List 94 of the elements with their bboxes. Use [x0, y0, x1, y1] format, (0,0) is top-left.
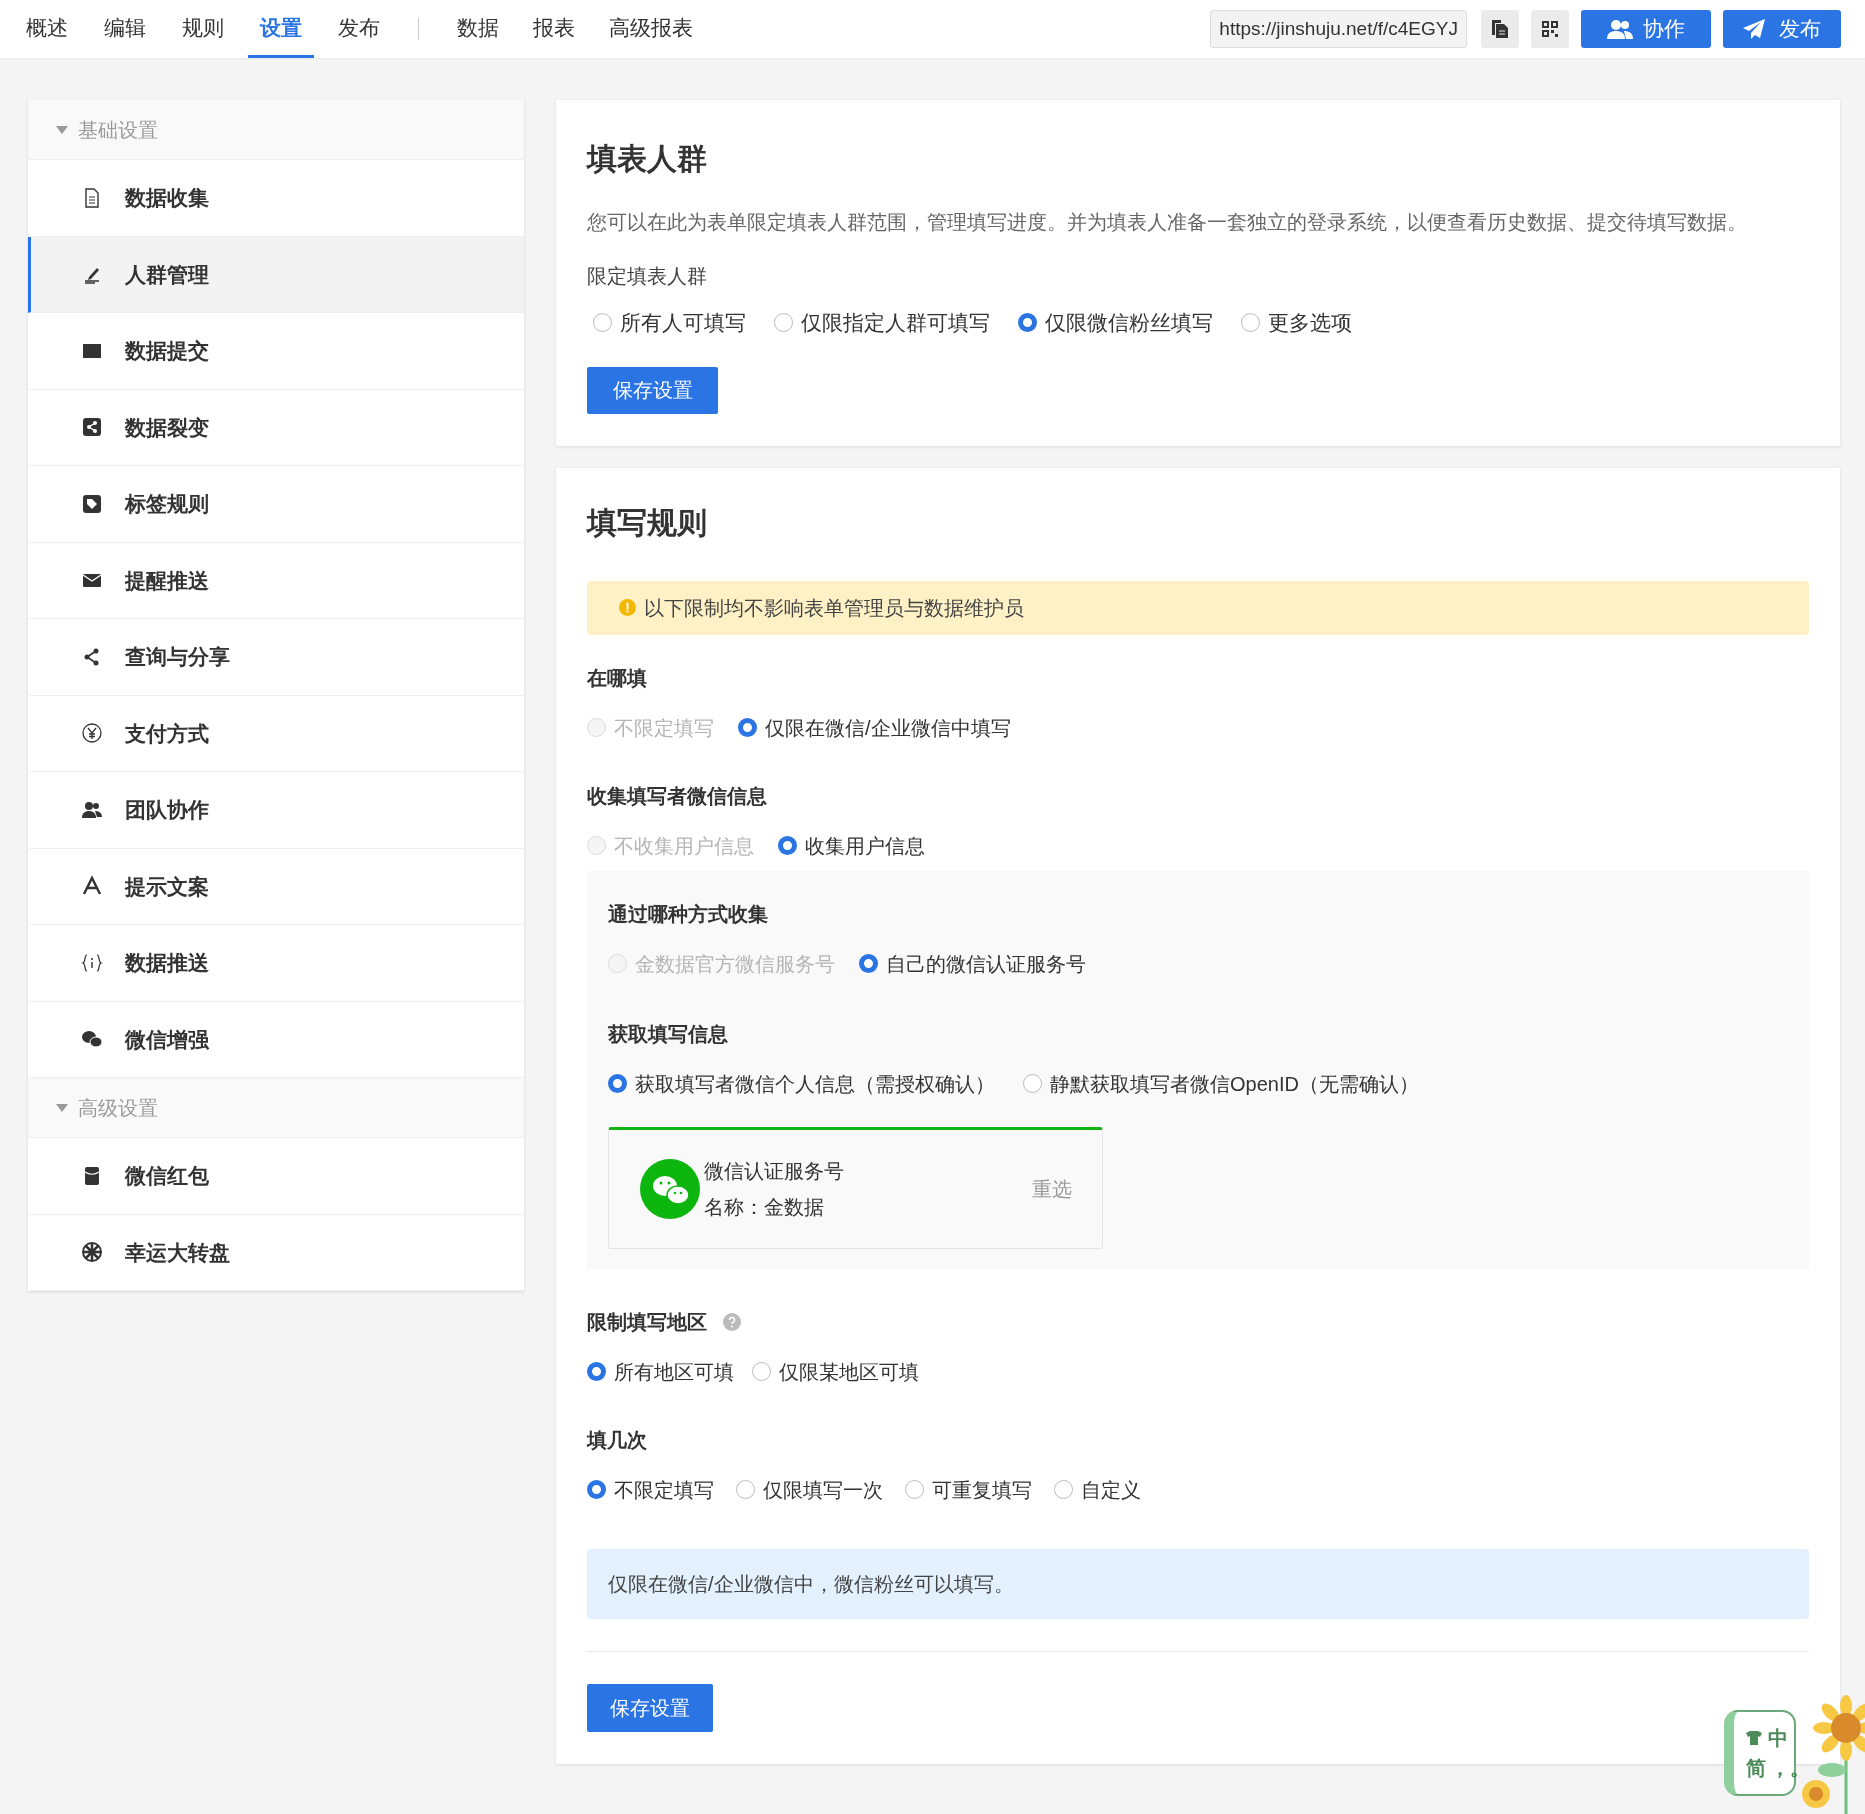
ime-widget[interactable]: 中 简 ，。: [1724, 1710, 1796, 1796]
account-type: 微信认证服务号: [704, 1158, 844, 1184]
section-label: 通过哪种方式收集: [608, 901, 769, 927]
nav-tab[interactable]: 报表: [521, 0, 587, 58]
radio-label: 仅限指定人群可填写: [801, 310, 990, 336]
sidebar-item[interactable]: 数据推送: [28, 925, 524, 1002]
section-label: 收集填写者微信信息: [587, 783, 768, 809]
radio-option[interactable]: 更多选项: [1241, 307, 1352, 339]
radio-label: 不限定填写: [614, 1477, 714, 1503]
radio-option[interactable]: 自定义: [1054, 1474, 1141, 1505]
sidebar-item[interactable]: 微信红包: [28, 1138, 524, 1215]
radio-label: 金数据官方微信服务号: [635, 951, 835, 977]
save-button[interactable]: 保存设置: [587, 1683, 713, 1732]
section-label: 填几次: [587, 1427, 648, 1453]
paper-plane-icon: [1743, 19, 1765, 39]
radio-label: 不收集用户信息: [614, 833, 754, 859]
nav-tab[interactable]: 发布: [326, 0, 392, 58]
radio-label: 仅限填写一次: [763, 1477, 883, 1503]
tag-icon: [81, 492, 103, 515]
radio-label: 自定义: [1081, 1477, 1141, 1503]
copy-button[interactable]: [1481, 10, 1519, 48]
section-label: 限制填写地区: [587, 1309, 707, 1335]
sidebar-item[interactable]: 支付方式: [28, 695, 524, 772]
help-icon[interactable]: [723, 1312, 741, 1331]
ime-script: 简: [1746, 1756, 1766, 1781]
warning-icon: [619, 599, 636, 616]
radio-label: 所有地区可填: [614, 1359, 734, 1385]
nav-tab[interactable]: 高级报表: [597, 0, 705, 58]
radio-option[interactable]: 不限定填写: [587, 1474, 714, 1505]
radio-option[interactable]: 仅限指定人群可填写: [774, 307, 990, 339]
nav-tab[interactable]: 设置: [248, 0, 314, 58]
radio-option[interactable]: 仅限微信粉丝填写: [1018, 307, 1213, 339]
save-button[interactable]: 保存设置: [587, 366, 718, 414]
radio-option[interactable]: 自己的微信认证服务号: [859, 948, 1086, 979]
caret-icon: [56, 1103, 68, 1112]
radio-option[interactable]: 收集用户信息: [778, 830, 925, 861]
radio-label: 仅限某地区可填: [779, 1359, 919, 1385]
qr-code-button[interactable]: [1531, 10, 1569, 48]
sidebar-item[interactable]: 标签规则: [28, 466, 524, 543]
radio-option[interactable]: 静默获取填写者微信OpenID（无需确认）: [1023, 1068, 1419, 1099]
sidebar-item[interactable]: 提示文案: [28, 848, 524, 925]
radio-label: 更多选项: [1268, 310, 1352, 336]
nav-tab[interactable]: 数据: [445, 0, 511, 58]
sidebar-item[interactable]: 人群管理: [28, 236, 524, 313]
nav-tab[interactable]: 规则: [170, 0, 236, 58]
nav-tab[interactable]: 概述: [14, 0, 80, 58]
radio-option[interactable]: 获取填写者微信个人信息（需授权确认）: [608, 1068, 995, 1099]
radio-label: 获取填写者微信个人信息（需授权确认）: [635, 1071, 995, 1097]
section-label: 在哪填: [587, 665, 648, 691]
radio-option[interactable]: 可重复填写: [905, 1474, 1032, 1505]
caret-icon: [56, 125, 68, 134]
sidebar-item[interactable]: 团队协作: [28, 772, 524, 849]
radio-option[interactable]: 仅限在微信/企业微信中填写: [738, 712, 1011, 743]
url-field[interactable]: https://jinshuju.net/f/c4EGYJ: [1210, 10, 1467, 48]
ime-mode: 中: [1768, 1726, 1788, 1751]
wheel-icon: [81, 1241, 103, 1264]
notice-banner: 以下限制均不影响表单管理员与数据维护员: [587, 580, 1809, 635]
card-title: 填写规则: [587, 504, 708, 541]
braces-icon: [81, 951, 103, 974]
radio-label: 仅限微信粉丝填写: [1045, 310, 1213, 336]
radio-label: 可重复填写: [932, 1477, 1032, 1503]
sidebar-item[interactable]: 微信增强: [28, 1001, 524, 1078]
yen-circle-icon: [81, 722, 103, 745]
radio-label: 静默获取填写者微信OpenID（无需确认）: [1050, 1071, 1419, 1097]
chat-bubbles-icon: [640, 1158, 700, 1219]
shirt-icon: [1746, 1731, 1762, 1745]
publish-button[interactable]: 发布: [1723, 10, 1841, 48]
radio-option[interactable]: 仅限某地区可填: [752, 1356, 919, 1387]
card-description: 您可以在此为表单限定填表人群范围，管理填写进度。并为填表人准备一套独立的登录系统，以便查看历史数据、提交待填写数据。: [587, 210, 1748, 235]
section-label: 获取填写信息: [608, 1021, 729, 1047]
nav-tab[interactable]: 编辑: [92, 0, 158, 58]
radio-label: 收集用户信息: [805, 833, 925, 859]
sidebar-item[interactable]: 数据提交: [28, 313, 524, 390]
sidebar-item[interactable]: 数据收集: [28, 160, 524, 237]
radio-label: 不限定填写: [614, 715, 714, 741]
sidebar-item[interactable]: 查询与分享: [28, 619, 524, 696]
radio-label: 仅限在微信/企业微信中填写: [765, 715, 1011, 741]
share-square-icon: [81, 416, 103, 439]
copy-icon: [1491, 19, 1509, 39]
summary-box: 仅限在微信/企业微信中，微信粉丝可以填写。: [587, 1548, 1809, 1619]
radio-option[interactable]: 所有地区可填: [587, 1356, 734, 1387]
card-title: 填表人群: [587, 141, 708, 177]
qr-code-icon: [1541, 20, 1559, 38]
radio-option[interactable]: 仅限填写一次: [736, 1474, 883, 1505]
radio-option[interactable]: 所有人可填写: [593, 307, 746, 339]
radio-label: 所有人可填写: [620, 310, 746, 336]
radio-label: 自己的微信认证服务号: [886, 951, 1086, 977]
sidebar-item[interactable]: 数据裂变: [28, 389, 524, 466]
users-icon: [1607, 19, 1633, 39]
collaborate-button[interactable]: 协作: [1581, 10, 1711, 48]
account-name: 名称：金数据: [704, 1194, 825, 1220]
sidebar-item[interactable]: 提醒推送: [28, 542, 524, 619]
field-label: 限定填表人群: [587, 264, 708, 289]
sidebar-item[interactable]: 幸运大转盘: [28, 1214, 524, 1291]
